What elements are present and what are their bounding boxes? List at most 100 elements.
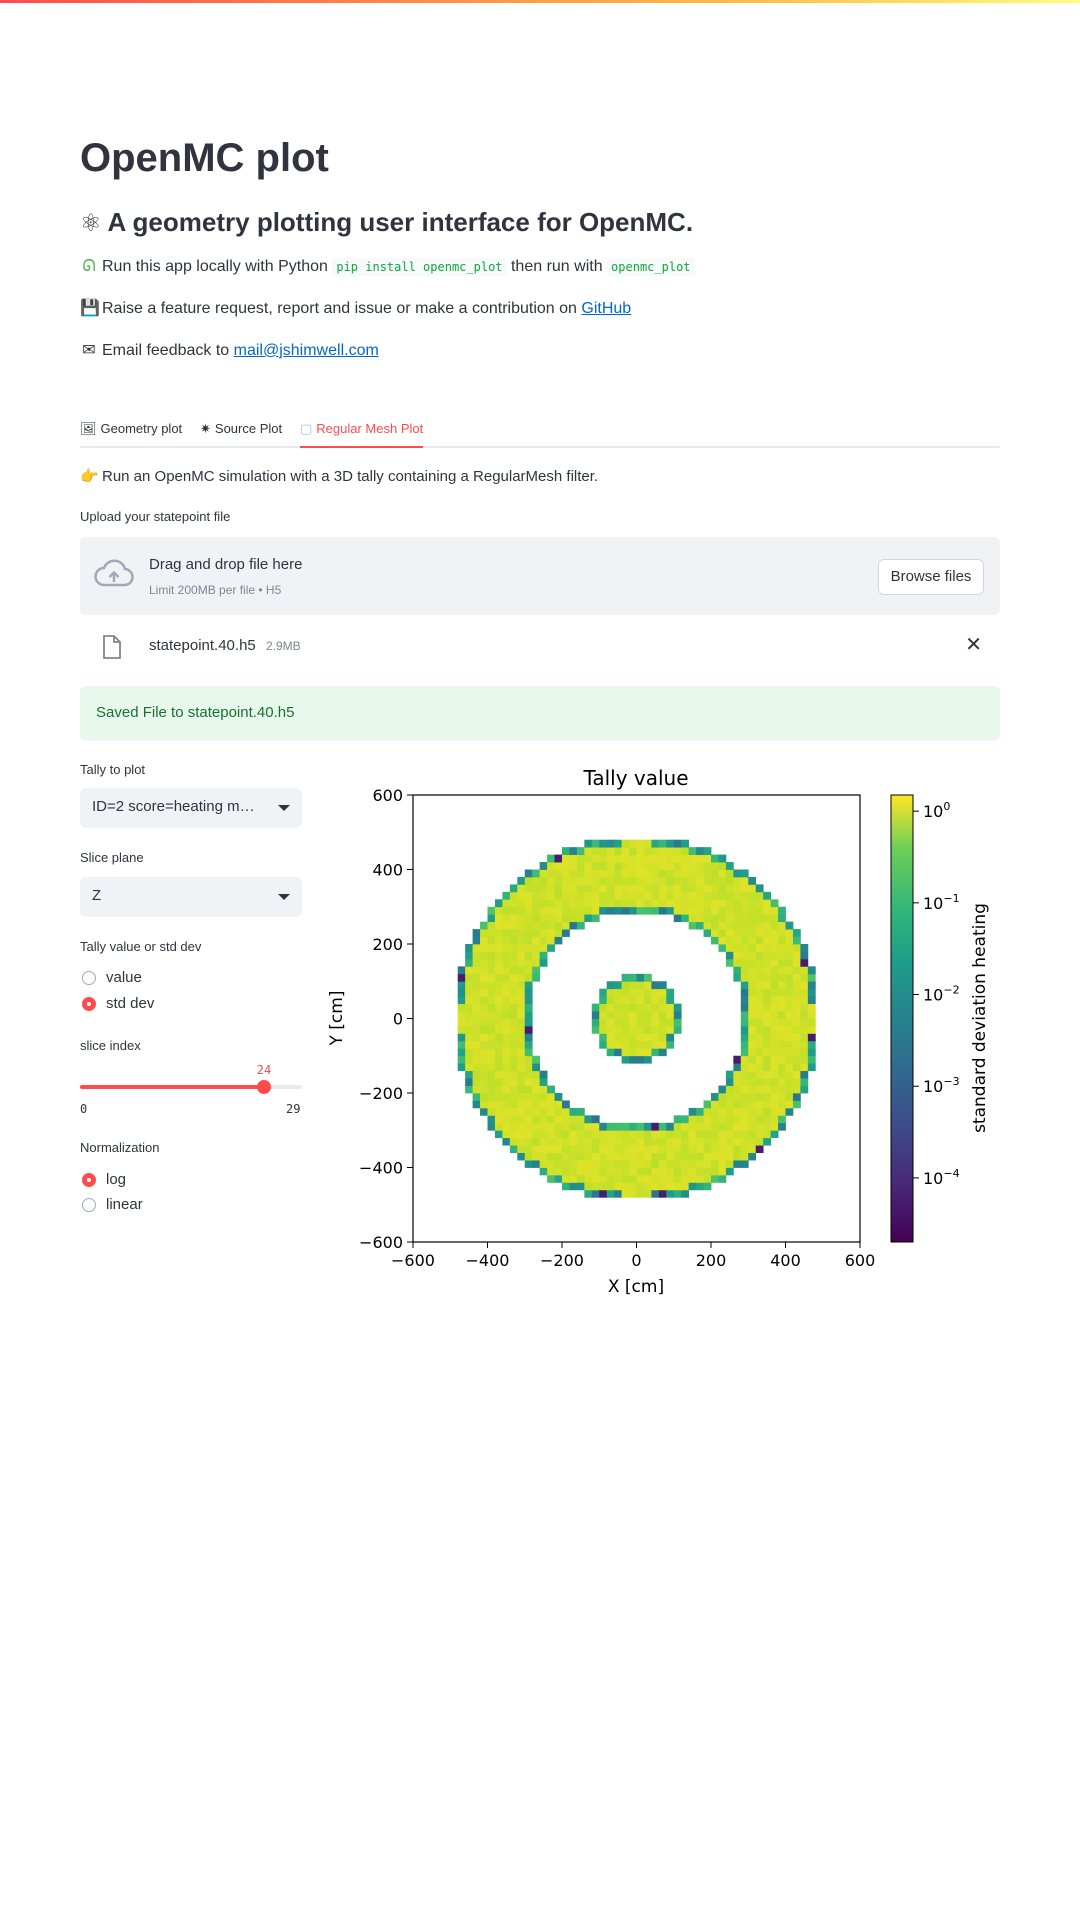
heatmap-cell [703,1152,712,1161]
heatmap-cell [599,1182,608,1191]
heatmap-cell [591,1025,600,1034]
heatmap-cell [800,966,809,975]
heatmap-cell [725,929,734,937]
heatmap-cell [562,891,570,900]
heatmap-cell [740,921,749,930]
heatmap-cell [547,1160,555,1168]
heatmap-cell [599,847,608,855]
heatmap-cell [562,1145,570,1153]
heatmap-cell [509,1018,518,1027]
heatmap-cell [606,884,615,893]
heatmap-cell [800,1070,809,1079]
heatmap-cell [524,1070,533,1079]
heatmap-cell [487,988,496,997]
file-dropzone[interactable]: Drag and drop file here Limit 200MB per … [80,537,1000,615]
heatmap-cell [643,1033,652,1042]
heatmap-cell [696,1130,704,1139]
heatmap-cell [591,1115,600,1124]
heatmap-cell [509,899,518,908]
heatmap-cell [681,1182,690,1191]
heatmap-cell [584,1115,593,1124]
heatmap-cell [703,929,712,937]
email-link[interactable]: mail@jshimwell.com [234,342,379,359]
heatmap-cell [606,1003,615,1012]
github-link[interactable]: GitHub [581,300,631,317]
tab-regular-mesh-plot[interactable]: ▢ Regular Mesh Plot [300,418,424,448]
heatmap-cell [748,1003,757,1012]
heatmap-cell [599,988,608,997]
heatmap-cell [748,876,757,885]
heatmap-cell [539,1152,548,1161]
heatmap-cell [696,1174,704,1183]
tab-geometry-plot[interactable]: 🖼 Geometry plot [80,418,182,446]
heatmap-cell [785,981,794,990]
heatmap-cell [763,914,771,923]
heatmap-cell [681,884,690,893]
tally-select[interactable]: ID=2 score=heating mesh [80,788,302,828]
heatmap-cell [696,1137,704,1146]
heatmap-cell [770,1130,779,1139]
heatmap-cell [725,921,734,930]
heatmap-cell [800,1033,809,1042]
heatmap-cell [494,1040,503,1049]
heatmap-cell [785,1018,794,1027]
heatmap-cell [703,921,712,930]
heatmap-cell [621,1040,630,1049]
tab-source-plot[interactable]: ✷ Source Plot [200,418,282,446]
heatmap-cell [770,1093,779,1101]
heatmap-cell [576,854,585,863]
heatmap-cell [755,1003,764,1012]
heatmap-cell [569,884,578,893]
heatmap-cell [517,936,526,945]
heatmap-cell [666,988,675,997]
heatmap-cell [524,914,533,923]
heatmap-cell [576,1122,585,1131]
heatmap-cell [494,1033,503,1042]
heatmap-cell [547,876,555,885]
heatmap-cell [748,966,757,975]
remove-file-close-icon[interactable]: ✕ [965,632,982,657]
heatmap-cell [480,1033,488,1042]
heatmap-cell [807,1011,816,1019]
slice-plane-select[interactable]: Z [80,877,302,917]
radio-label: log [106,1171,127,1188]
heatmap-cell [651,1174,660,1183]
heatmap-cell [755,1018,764,1027]
heatmap-cell [725,1107,734,1116]
heatmap-cell [755,1078,764,1086]
heatmap-cell [554,1137,563,1146]
heatmap-cell [740,981,749,990]
heatmap-cell [487,944,496,952]
heatmap-cell [800,1040,809,1049]
tally-label: Tally to plot [80,762,146,777]
heatmap-cell [509,1085,518,1094]
heatmap-cell [740,1040,749,1049]
heatmap-cell [569,1182,578,1191]
heatmap-cell [778,929,786,937]
slice-index-slider[interactable] [80,1080,302,1094]
heatmap-cell [539,921,548,930]
heatmap-cell [569,1145,578,1153]
browse-files-button[interactable]: Browse files [878,559,984,595]
heatmap-cell [763,1048,771,1057]
heatmap-cell [487,1018,496,1027]
heatmap-cell [562,1115,570,1124]
heatmap-cell [785,1107,794,1116]
heatmap-cell [614,1122,622,1131]
heatmap-cell [666,906,675,915]
heatmap-cell [480,1040,488,1049]
heatmap-cell [614,1040,622,1049]
heatmap-cell [740,899,749,908]
heatmap-cell [494,1048,503,1057]
heatmap-cell [517,951,526,960]
heatmap-cell [502,1070,511,1079]
heatmap-cell [643,1025,652,1034]
heatmap-cell [711,936,719,945]
heatmap-cell [554,869,563,878]
heatmap-cell [740,1130,749,1139]
slider-thumb[interactable] [256,1080,271,1094]
heatmap-cell [539,862,548,870]
heatmap-cell [509,936,518,945]
heatmap-cell [755,1130,764,1139]
heatmap-cell [457,1048,466,1057]
